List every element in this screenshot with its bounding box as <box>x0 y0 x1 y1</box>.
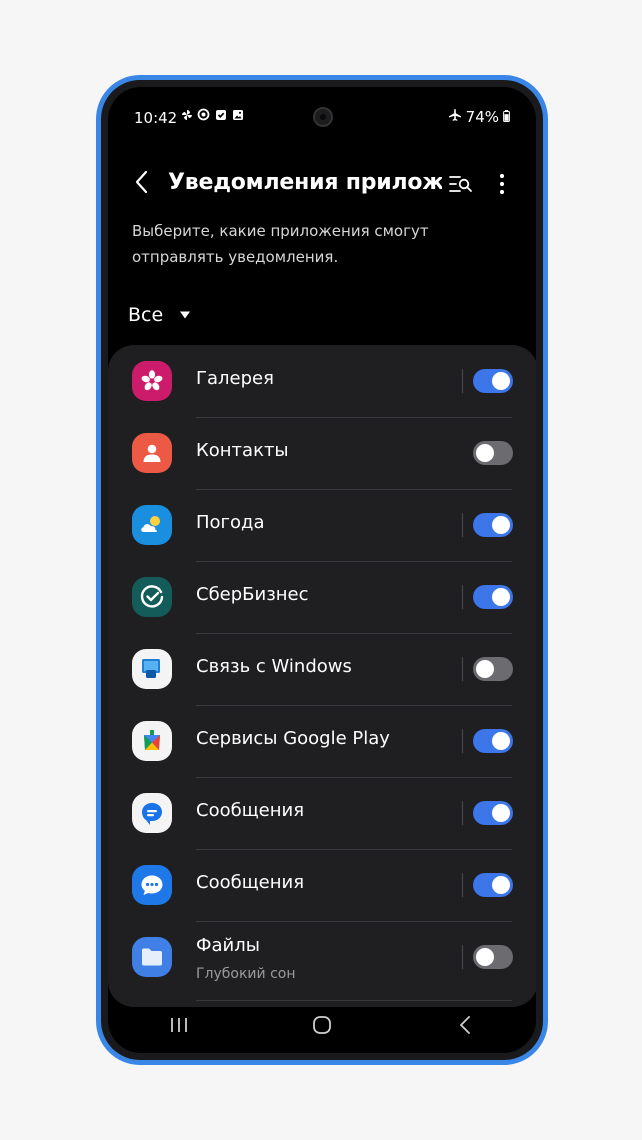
search-button[interactable] <box>446 169 476 199</box>
navigation-bar <box>108 997 536 1053</box>
list-item[interactable]: Сервисы Google Play <box>108 705 536 777</box>
separator <box>462 369 463 393</box>
separator <box>462 729 463 753</box>
toggle-knob <box>476 660 494 678</box>
separator <box>462 873 463 897</box>
filter-selected-value: Все <box>128 304 164 326</box>
battery-icon <box>503 108 510 126</box>
list-item[interactable]: Связь с Windows <box>108 633 536 705</box>
filter-dropdown[interactable]: Все <box>128 304 191 326</box>
checkbox-icon <box>214 108 227 121</box>
notification-icons <box>180 108 244 121</box>
airplane-mode-icon <box>448 108 462 126</box>
app-name: Файлы <box>196 935 260 956</box>
app-list: Галерея Контакты Погода СберБизнес Связь… <box>108 345 536 1007</box>
front-camera <box>313 107 333 127</box>
link-to-windows-icon <box>132 649 172 689</box>
notification-toggle[interactable] <box>473 873 513 897</box>
app-name: СберБизнес <box>196 584 309 605</box>
separator <box>462 513 463 537</box>
notification-toggle[interactable] <box>473 513 513 537</box>
home-icon <box>313 1016 331 1034</box>
separator <box>462 945 463 969</box>
toggle-knob <box>492 588 510 606</box>
list-item[interactable]: Сообщения <box>108 849 536 921</box>
home-button[interactable] <box>251 997 394 1053</box>
contacts-icon <box>132 433 172 473</box>
notification-toggle[interactable] <box>473 729 513 753</box>
sync-circle-icon <box>197 108 210 121</box>
gallery-icon <box>132 361 172 401</box>
separator <box>462 657 463 681</box>
back-button[interactable] <box>128 167 156 197</box>
page-description: Выберите, какие приложения смогут отправ… <box>132 222 429 266</box>
app-name: Погода <box>196 512 265 533</box>
more-options-button[interactable] <box>490 169 514 199</box>
list-item[interactable]: СберБизнес <box>108 561 536 633</box>
more-vertical-icon <box>499 173 505 195</box>
sberbusiness-icon <box>132 577 172 617</box>
app-name: Галерея <box>196 368 274 389</box>
chevron-left-icon <box>135 170 148 194</box>
google-play-services-icon <box>132 721 172 761</box>
separator <box>462 585 463 609</box>
notification-toggle[interactable] <box>473 657 513 681</box>
toggle-knob <box>492 372 510 390</box>
notification-toggle[interactable] <box>473 585 513 609</box>
app-status: Глубокий сон <box>196 966 296 982</box>
phone-frame: 10:42 74% Уведомления прилож... Выберите… <box>96 75 548 1065</box>
toggle-knob <box>476 948 494 966</box>
page-title: Уведомления прилож... <box>168 170 442 195</box>
status-bar: 10:42 74% <box>108 87 536 137</box>
dropdown-arrow-icon <box>180 311 191 319</box>
app-name: Сообщения <box>196 872 305 893</box>
app-name: Сервисы Google Play <box>196 728 390 749</box>
toggle-knob <box>492 516 510 534</box>
google-messages-icon <box>132 793 172 833</box>
pinwheel-icon <box>180 108 193 121</box>
phone-bezel: 10:42 74% Уведомления прилож... Выберите… <box>101 80 543 1060</box>
nav-back-button[interactable] <box>393 997 536 1053</box>
files-icon <box>132 937 172 977</box>
list-item[interactable]: Файлы Глубокий сон <box>108 921 536 993</box>
weather-icon <box>132 505 172 545</box>
list-item[interactable]: Контакты <box>108 417 536 489</box>
samsung-messages-icon <box>132 865 172 905</box>
toggle-knob <box>476 444 494 462</box>
recent-apps-button[interactable] <box>108 997 251 1053</box>
toggle-knob <box>492 804 510 822</box>
app-name: Сообщения <box>196 800 305 821</box>
notification-toggle[interactable] <box>473 801 513 825</box>
list-item[interactable]: Погода <box>108 489 536 561</box>
app-name: Связь с Windows <box>196 656 352 677</box>
status-right: 74% <box>448 108 510 126</box>
list-search-icon <box>449 176 472 192</box>
notification-toggle[interactable] <box>473 441 513 465</box>
battery-percent: 74% <box>465 108 499 126</box>
app-name: Контакты <box>196 440 289 461</box>
recent-apps-icon <box>171 1018 188 1032</box>
app-header: Уведомления прилож... <box>108 159 536 209</box>
notification-toggle[interactable] <box>473 945 513 969</box>
image-icon <box>231 108 244 121</box>
separator <box>462 801 463 825</box>
toggle-knob <box>492 732 510 750</box>
notification-toggle[interactable] <box>473 369 513 393</box>
nav-back-icon <box>459 1016 470 1034</box>
toggle-knob <box>492 876 510 894</box>
list-item[interactable]: Сообщения <box>108 777 536 849</box>
list-item[interactable]: Галерея <box>108 345 536 417</box>
screen: 10:42 74% Уведомления прилож... Выберите… <box>108 87 536 1053</box>
status-time: 10:42 <box>134 109 178 127</box>
